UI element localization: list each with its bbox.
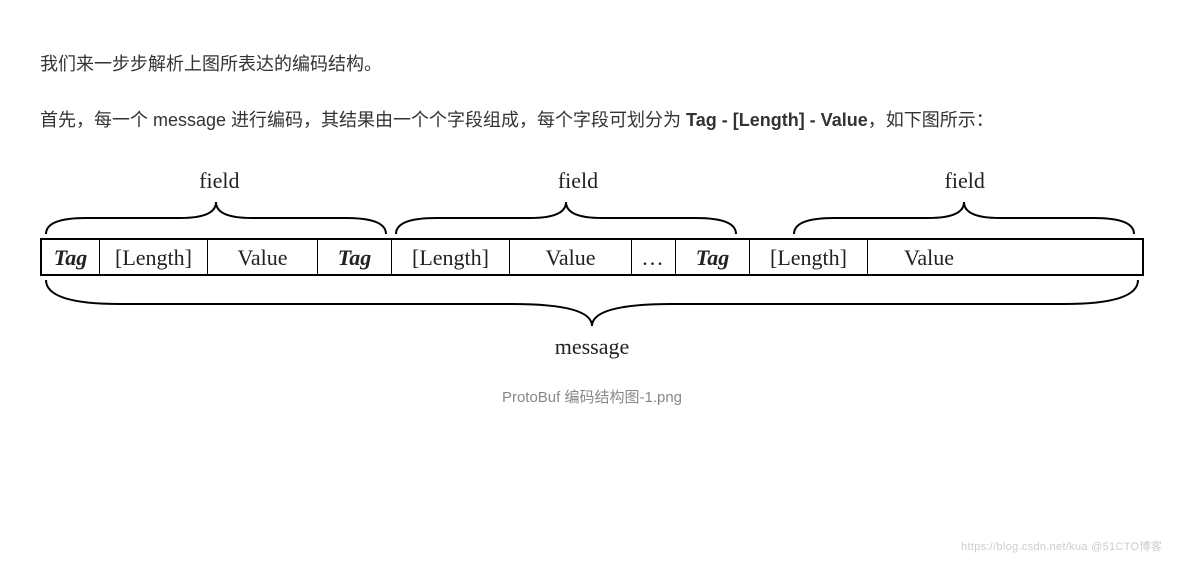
cell-value-1: Value bbox=[208, 240, 318, 274]
top-braces bbox=[40, 194, 1144, 238]
cell-length-1: [Length] bbox=[100, 240, 208, 274]
cell-tag-3: Tag bbox=[676, 240, 750, 274]
message-label: message bbox=[40, 334, 1144, 360]
figure-caption: ProtoBuf 编码结构图-1.png bbox=[40, 386, 1144, 407]
intro-paragraph: 我们来一步步解析上图所表达的编码结构。 bbox=[40, 46, 1144, 84]
field-label-3: field bbox=[785, 168, 1144, 194]
lead-bold: Tag - [Length] - Value bbox=[686, 110, 868, 130]
dots-spacer bbox=[757, 168, 785, 194]
cell-value-2: Value bbox=[510, 240, 632, 274]
cell-dots: ... bbox=[632, 240, 676, 274]
cells-row: Tag [Length] Value Tag [Length] Value ..… bbox=[40, 238, 1144, 276]
cell-tag-1: Tag bbox=[42, 240, 100, 274]
lead-suffix: ，如下图所示： bbox=[868, 110, 994, 130]
encoding-diagram: field field field Tag [Length] Value Tag… bbox=[40, 168, 1144, 407]
cell-tag-2: Tag bbox=[318, 240, 392, 274]
lead-paragraph: 首先，每一个 message 进行编码，其结果由一个个字段组成，每个字段可划分为… bbox=[40, 102, 1144, 140]
field-label-2: field bbox=[399, 168, 758, 194]
bottom-brace bbox=[40, 276, 1144, 332]
cell-value-3: Value bbox=[868, 240, 990, 274]
lead-prefix: 首先，每一个 message 进行编码，其结果由一个个字段组成，每个字段可划分为 bbox=[40, 110, 686, 130]
cell-length-2: [Length] bbox=[392, 240, 510, 274]
watermark-text: https://blog.csdn.net/kua @51CTO博客 bbox=[961, 538, 1162, 554]
cell-length-3: [Length] bbox=[750, 240, 868, 274]
field-labels-row: field field field bbox=[40, 168, 1144, 194]
field-label-1: field bbox=[40, 168, 399, 194]
